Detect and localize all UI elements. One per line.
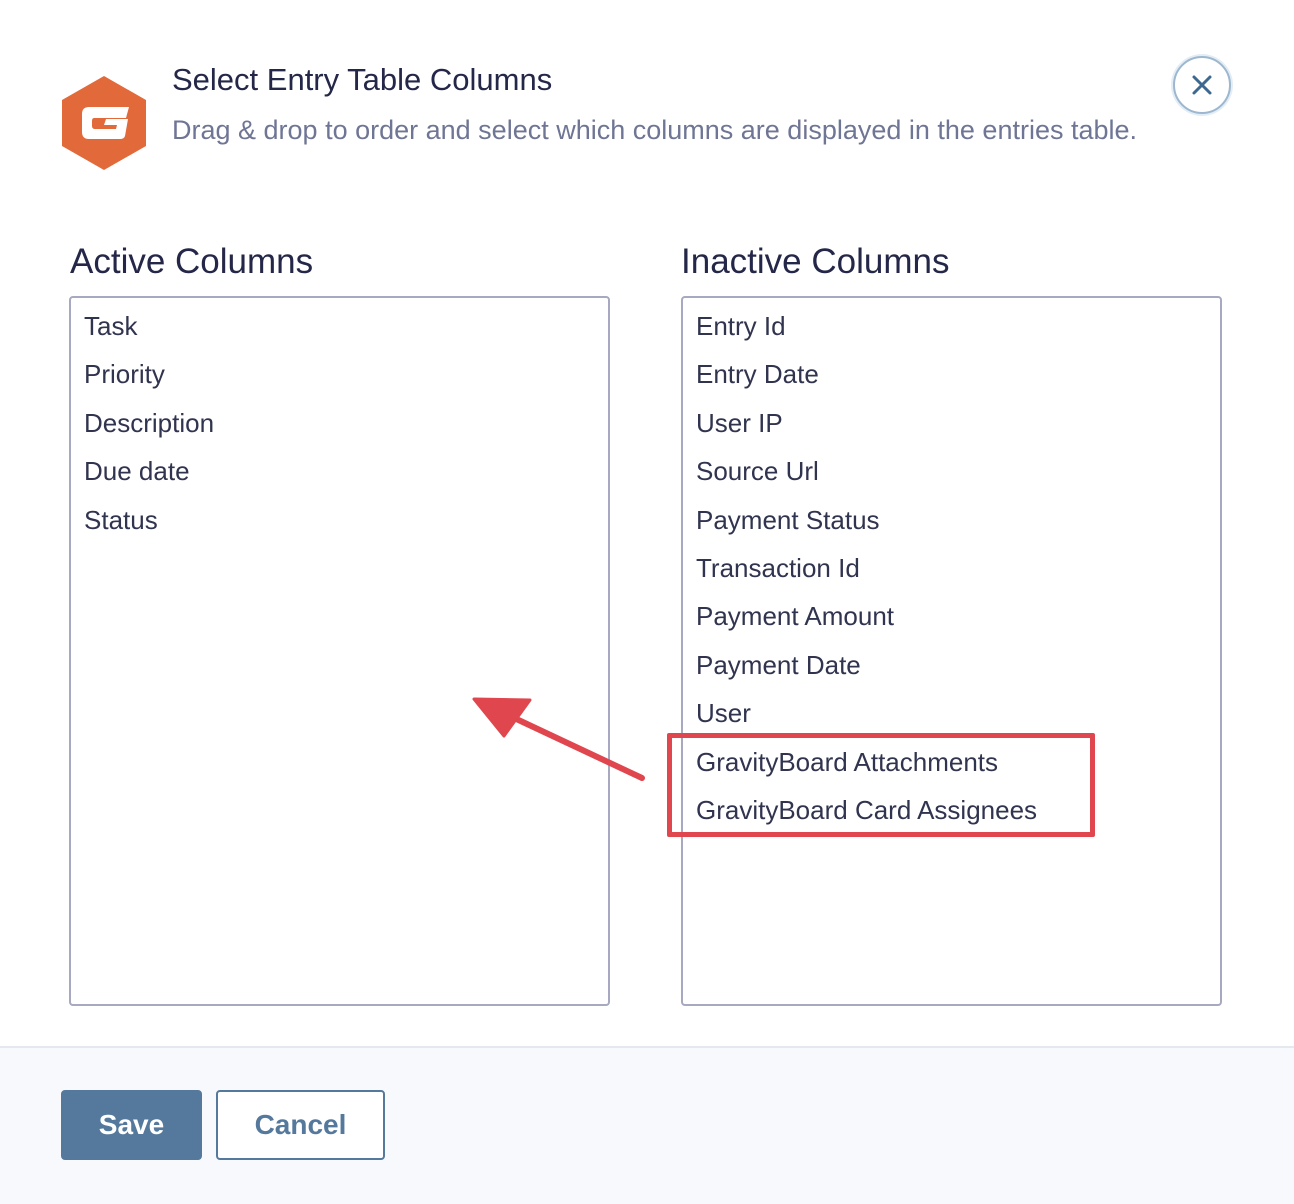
gravity-forms-logo-icon (62, 76, 146, 170)
close-button[interactable] (1173, 56, 1231, 114)
inactive-column-item[interactable]: Payment Amount (683, 592, 1220, 640)
active-columns-heading: Active Columns (70, 242, 314, 281)
inactive-column-item[interactable]: Transaction Id (683, 544, 1220, 592)
inactive-column-item[interactable]: User (683, 689, 1220, 737)
inactive-column-item[interactable]: Entry Id (683, 302, 1220, 350)
inactive-column-item[interactable]: GravityBoard Attachments (683, 738, 1220, 786)
modal-subtitle: Drag & drop to order and select which co… (172, 115, 1138, 145)
column-selector-modal: Select Entry Table Columns Drag & drop t… (0, 0, 1294, 1204)
modal-header: Select Entry Table Columns Drag & drop t… (0, 0, 1294, 220)
cancel-button[interactable]: Cancel (216, 1090, 385, 1160)
inactive-column-item[interactable]: GravityBoard Card Assignees (683, 786, 1220, 834)
modal-title: Select Entry Table Columns (172, 62, 553, 97)
active-column-item[interactable]: Status (71, 496, 608, 544)
inactive-column-item[interactable]: User IP (683, 399, 1220, 447)
save-button[interactable]: Save (61, 1090, 202, 1160)
inactive-column-item[interactable]: Payment Status (683, 496, 1220, 544)
inactive-columns-list[interactable]: Entry Id Entry Date User IP Source Url P… (681, 296, 1222, 1006)
inactive-columns-heading: Inactive Columns (681, 242, 950, 281)
active-column-item[interactable]: Priority (71, 350, 608, 398)
close-icon (1192, 75, 1212, 95)
active-column-item[interactable]: Description (71, 399, 608, 447)
inactive-column-item[interactable]: Payment Date (683, 641, 1220, 689)
modal-footer: Save Cancel (0, 1046, 1294, 1204)
active-columns-list[interactable]: Task Priority Description Due date Statu… (69, 296, 610, 1006)
active-column-item[interactable]: Task (71, 302, 608, 350)
inactive-column-item[interactable]: Source Url (683, 447, 1220, 495)
active-column-item[interactable]: Due date (71, 447, 608, 495)
inactive-column-item[interactable]: Entry Date (683, 350, 1220, 398)
